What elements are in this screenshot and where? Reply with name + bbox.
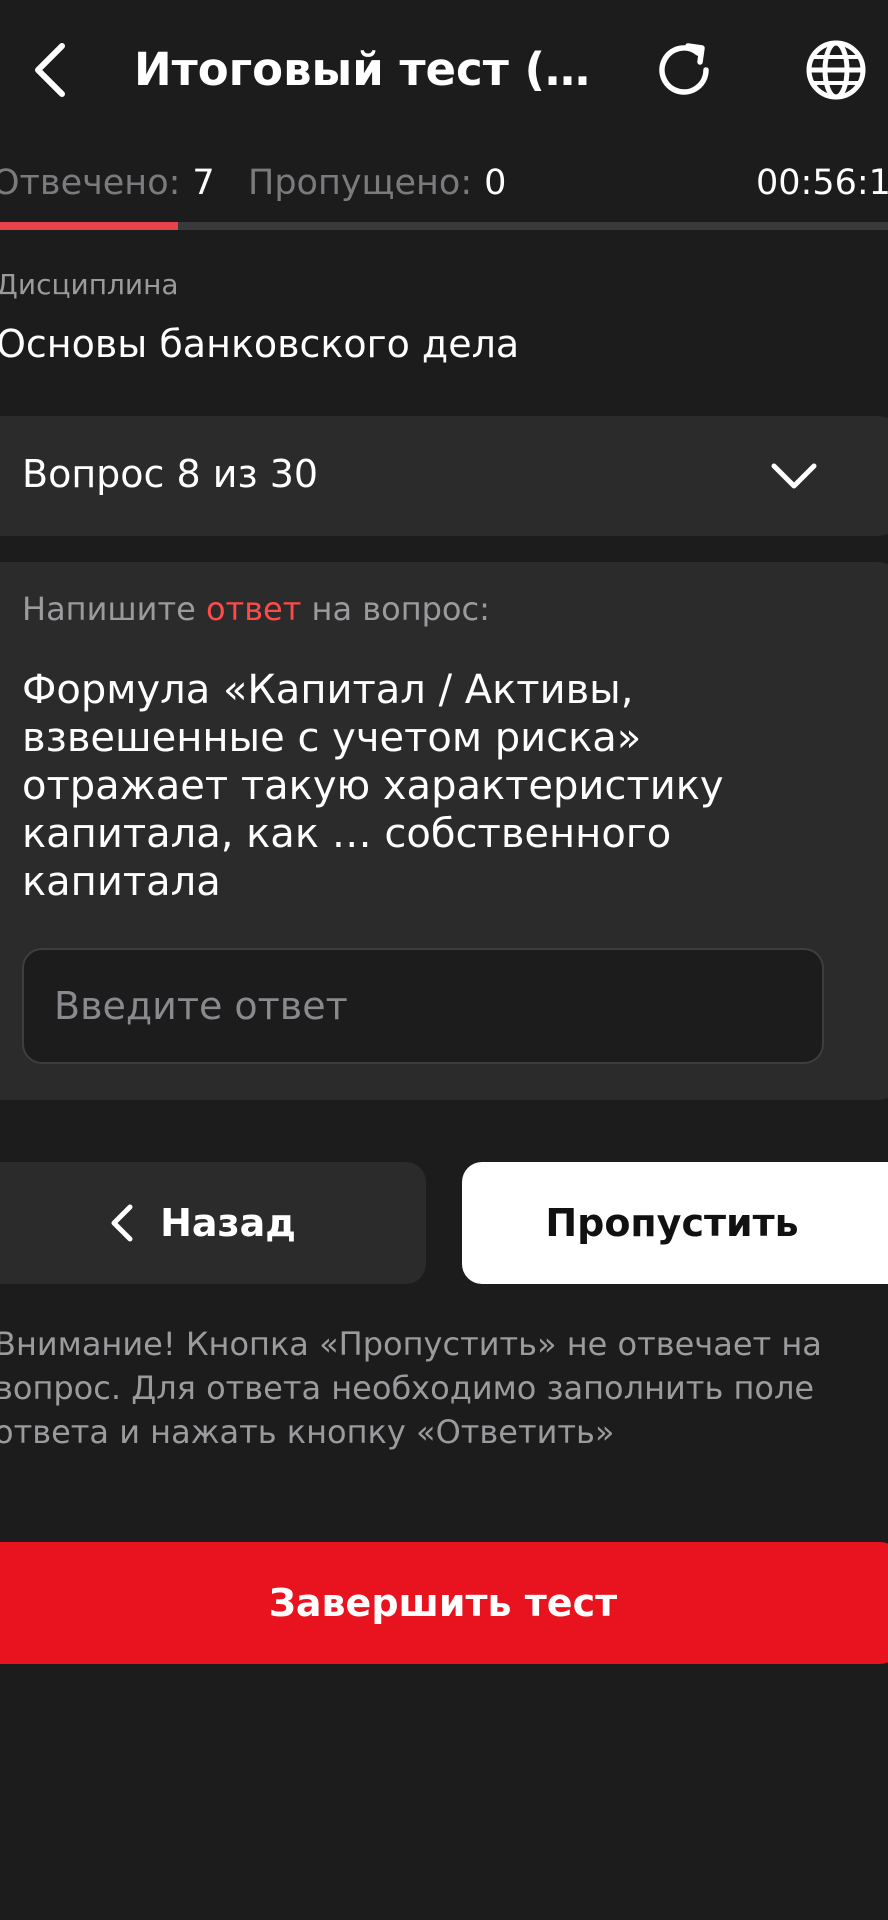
answer-input[interactable] [22, 948, 824, 1064]
page-title: Итоговый тест (пе... [134, 43, 594, 96]
answered-count: 7 [192, 163, 215, 203]
timer: 00:56:15 [756, 163, 888, 203]
answered-label: Отвечено: [0, 163, 181, 203]
question-prompt: Напишите ответ на вопрос: [22, 590, 490, 628]
back-nav-button[interactable] [22, 38, 78, 102]
language-button[interactable] [800, 36, 872, 104]
prompt-text-start: Напишите [22, 590, 206, 628]
refresh-icon [659, 43, 709, 95]
test-screen: Итоговый тест (пе... Отвечено: 7 Пропущен… [0, 0, 888, 1920]
question-selector[interactable]: Вопрос 8 из 30 [0, 416, 888, 536]
question-counter: Вопрос 8 из 30 [22, 452, 319, 496]
skipped-stat: Пропущено: 0 [248, 158, 506, 208]
discipline-label: Дисциплина [0, 268, 179, 301]
header: Итоговый тест (пе... [0, 0, 888, 140]
progress-fill [0, 222, 178, 230]
question-card: Напишите ответ на вопрос: Формула «Капит… [0, 562, 888, 1100]
back-button-label: Назад [160, 1201, 296, 1245]
finish-test-button[interactable]: Завершить тест [0, 1542, 888, 1664]
finish-test-label: Завершить тест [268, 1581, 618, 1625]
discipline-value: Основы банковского дела [0, 322, 520, 366]
test-stats: Отвечено: 7 Пропущено: 0 00:56:15 [0, 158, 888, 214]
skipped-label: Пропущено: [248, 163, 473, 203]
chevron-left-icon [35, 43, 65, 97]
skip-button[interactable]: Пропустить [462, 1162, 888, 1284]
prompt-text-end: на вопрос: [301, 590, 490, 628]
progress-bar [0, 222, 888, 230]
back-button[interactable]: Назад [0, 1162, 426, 1284]
skip-notice: Внимание! Кнопка «Пропустить» не отвечае… [0, 1325, 822, 1451]
globe-icon [806, 40, 866, 100]
chevron-left-icon [111, 1204, 133, 1242]
refresh-button[interactable] [652, 36, 720, 104]
chevron-down-icon [771, 463, 817, 489]
answered-stat: Отвечено: 7 [0, 158, 215, 208]
prompt-accent: ответ [205, 590, 302, 628]
question-text: Формула «Капитал / Активы, взвешенные с … [22, 667, 724, 905]
skip-button-label: Пропустить [545, 1201, 799, 1245]
skipped-count: 0 [484, 163, 507, 203]
